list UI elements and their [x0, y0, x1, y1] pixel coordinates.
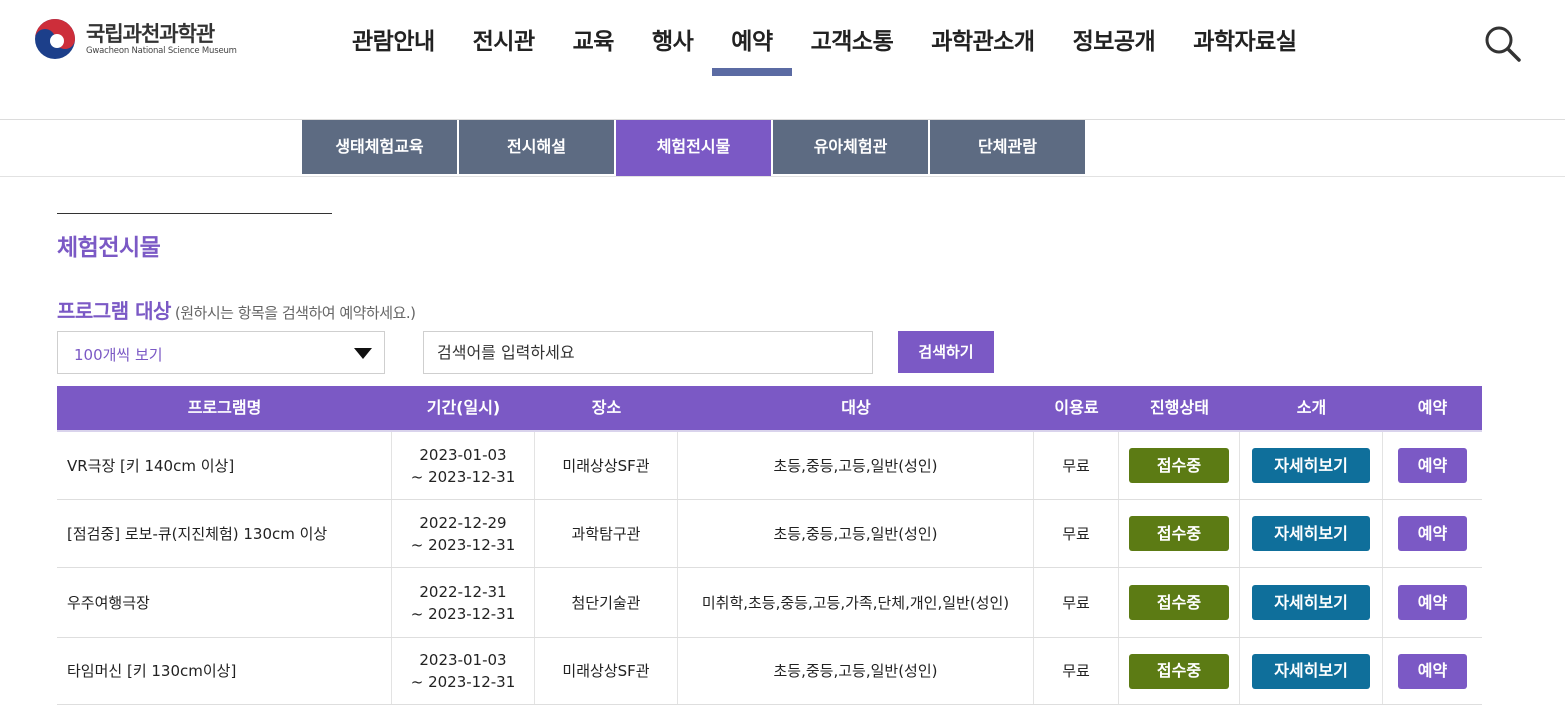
- status-badge[interactable]: 접수중: [1129, 448, 1229, 483]
- reserve-cell: 예약: [1383, 432, 1482, 499]
- period-end: ~ 2023-12-31: [410, 673, 516, 691]
- sub-navigation: 생태체험교육 전시해설 체험전시물 유아체험관 단체관람: [0, 120, 1565, 177]
- logo-name-kr: 국립과천과학관: [86, 21, 215, 46]
- table-row: 우주여행극장 2022-12-31 ~ 2023-12-31 첨단기술관 미취학,…: [57, 568, 1482, 638]
- header-place: 장소: [591, 398, 622, 417]
- period-end: ~ 2023-12-31: [410, 535, 516, 554]
- detail-cell: 자세히보기: [1240, 638, 1383, 704]
- page-title: 체험전시물: [57, 235, 161, 261]
- filter-label-text: 프로그램 대상: [57, 299, 171, 323]
- tab-group-visit[interactable]: 단체관람: [930, 120, 1085, 174]
- program-place: 미래상상SF관: [535, 638, 678, 704]
- reserve-button[interactable]: 예약: [1398, 585, 1467, 620]
- tab-kids-hall[interactable]: 유아체험관: [773, 120, 928, 174]
- gnb-item-events[interactable]: 행사: [633, 22, 712, 76]
- gnb-item-customer[interactable]: 고객소통: [792, 22, 913, 76]
- status-cell: 접수중: [1119, 638, 1240, 704]
- program-fee: 무료: [1034, 638, 1119, 704]
- search-button[interactable]: 검색하기: [898, 331, 994, 373]
- table-row: [점검중] 로보-큐(지진체험) 130cm 이상 2022-12-29 ~ 20…: [57, 500, 1482, 568]
- program-name: 타임머신 [키 130cm이상]: [57, 638, 392, 704]
- page-size-value: 100개씩 보기: [74, 346, 163, 364]
- program-place: 미래상상SF관: [535, 432, 678, 499]
- dropdown-arrow-icon: [354, 348, 372, 359]
- site-header: 국립과천과학관 Gwacheon National Science Museum…: [0, 0, 1565, 120]
- program-target: 초등,중등,고등,일반(성인): [678, 432, 1034, 499]
- program-table: 프로그램명 기간(일시) 장소 대상 이용료 진행상태 소개 예약 VR극장 […: [57, 386, 1482, 705]
- program-target: 초등,중등,고등,일반(성인): [678, 500, 1034, 567]
- reserve-cell: 예약: [1383, 500, 1482, 567]
- header-intro: 소개: [1296, 398, 1327, 417]
- program-target: 초등,중등,고등,일반(성인): [678, 638, 1034, 704]
- period-start: 2023-01-03: [419, 651, 507, 669]
- header-period: 기간(일시): [426, 398, 501, 417]
- title-divider: [57, 213, 332, 214]
- detail-button[interactable]: 자세히보기: [1252, 448, 1370, 483]
- status-cell: 접수중: [1119, 432, 1240, 499]
- reserve-button[interactable]: 예약: [1398, 516, 1467, 551]
- detail-cell: 자세히보기: [1240, 568, 1383, 637]
- detail-button[interactable]: 자세히보기: [1252, 516, 1370, 551]
- tab-hands-on-exhibits[interactable]: 체험전시물: [616, 120, 771, 176]
- reserve-cell: 예약: [1383, 568, 1482, 637]
- tab-eco-education[interactable]: 생태체험교육: [302, 120, 457, 174]
- page-size-select[interactable]: 100개씩 보기: [57, 331, 385, 374]
- period-start: 2022-12-31: [419, 582, 507, 601]
- status-badge[interactable]: 접수중: [1129, 516, 1229, 551]
- gnb-item-education[interactable]: 교육: [554, 22, 633, 76]
- header-target: 대상: [841, 398, 871, 417]
- search-icon[interactable]: [1483, 24, 1523, 64]
- status-cell: 접수중: [1119, 568, 1240, 637]
- program-place: 첨단기술관: [535, 568, 678, 637]
- status-badge[interactable]: 접수중: [1129, 653, 1229, 689]
- table-row: VR극장 [키 140cm 이상] 2023-01-03 ~ 2023-12-31…: [57, 432, 1482, 500]
- period-start: 2022-12-29: [419, 513, 507, 532]
- table-header: 프로그램명 기간(일시) 장소 대상 이용료 진행상태 소개 예약: [57, 386, 1482, 432]
- reserve-button[interactable]: 예약: [1398, 448, 1467, 483]
- program-period: 2022-12-29 ~ 2023-12-31: [392, 500, 535, 567]
- detail-cell: 자세히보기: [1240, 500, 1383, 567]
- program-period: 2022-12-31 ~ 2023-12-31: [392, 568, 535, 637]
- program-place: 과학탐구관: [535, 500, 678, 567]
- program-period: 2023-01-03 ~ 2023-12-31: [392, 638, 535, 704]
- gnb-item-exhibition[interactable]: 전시관: [454, 22, 554, 76]
- taegeuk-logo-icon: [35, 19, 75, 59]
- tab-exhibit-guide[interactable]: 전시해설: [459, 120, 614, 174]
- program-name: VR극장 [키 140cm 이상]: [57, 432, 392, 499]
- program-period: 2023-01-03 ~ 2023-12-31: [392, 432, 535, 499]
- period-end: ~ 2023-12-31: [410, 467, 516, 486]
- gnb-item-visit-guide[interactable]: 관람안내: [333, 22, 454, 76]
- header-program-name: 프로그램명: [187, 398, 262, 417]
- header-reserve: 예약: [1417, 398, 1448, 417]
- program-name: 우주여행극장: [57, 568, 392, 637]
- logo-name-en: Gwacheon National Science Museum: [86, 45, 237, 56]
- program-fee: 무료: [1034, 432, 1119, 499]
- site-logo[interactable]: 국립과천과학관 Gwacheon National Science Museum: [34, 18, 237, 60]
- status-badge[interactable]: 접수중: [1129, 585, 1229, 620]
- filter-hint: (원하시는 항목을 검색하여 예약하세요.): [174, 304, 416, 322]
- gnb-item-archive[interactable]: 과학자료실: [1174, 22, 1315, 76]
- program-fee: 무료: [1034, 568, 1119, 637]
- header-fee: 이용료: [1054, 398, 1099, 417]
- header-status: 진행상태: [1150, 398, 1209, 417]
- period-start: 2023-01-03: [419, 445, 507, 464]
- period-end: ~ 2023-12-31: [410, 604, 516, 623]
- status-cell: 접수중: [1119, 500, 1240, 567]
- main-navigation: 관람안내 전시관 교육 행사 예약 고객소통 과학관소개 정보공개 과학자료실: [333, 22, 1316, 76]
- program-fee: 무료: [1034, 500, 1119, 567]
- program-name: [점검중] 로보-큐(지진체험) 130cm 이상: [57, 500, 392, 567]
- table-row: 타임머신 [키 130cm이상] 2023-01-03 ~ 2023-12-31 …: [57, 638, 1482, 705]
- gnb-item-about[interactable]: 과학관소개: [912, 22, 1053, 76]
- detail-button[interactable]: 자세히보기: [1252, 653, 1370, 689]
- search-input[interactable]: [423, 331, 873, 374]
- detail-cell: 자세히보기: [1240, 432, 1383, 499]
- gnb-item-disclosure[interactable]: 정보공개: [1054, 22, 1175, 76]
- filter-label: 프로그램 대상 (원하시는 항목을 검색하여 예약하세요.): [57, 295, 416, 324]
- detail-button[interactable]: 자세히보기: [1252, 585, 1370, 620]
- reserve-button[interactable]: 예약: [1398, 653, 1467, 689]
- program-target: 미취학,초등,중등,고등,가족,단체,개인,일반(성인): [678, 568, 1034, 637]
- reserve-cell: 예약: [1383, 638, 1482, 704]
- gnb-item-reservation[interactable]: 예약: [712, 22, 792, 76]
